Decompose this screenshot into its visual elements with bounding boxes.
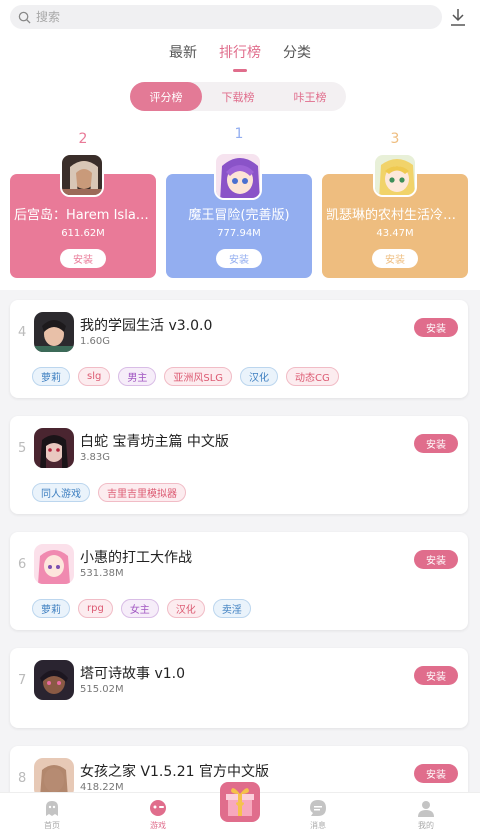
install-button[interactable]: 安装 — [216, 249, 262, 268]
game-icon — [34, 660, 74, 700]
list-item[interactable]: 5 白蛇 宝青坊主篇 中文版 3.83G 安装 同人游戏 吉里吉里模拟器 — [10, 416, 468, 514]
search-bar[interactable] — [10, 5, 442, 29]
game-size: 1.60G — [80, 336, 111, 347]
user-icon — [418, 801, 434, 817]
segment-king[interactable]: 咔王榜 — [274, 82, 346, 111]
install-button[interactable]: 安装 — [372, 249, 418, 268]
tag[interactable]: rpg — [78, 599, 113, 618]
install-button[interactable]: 安装 — [414, 434, 458, 453]
game-name: 小惠的打工大作战 — [80, 550, 192, 566]
tag[interactable]: 萝莉 — [32, 367, 70, 386]
tag-list: 萝莉 rpg 女主 汉化 卖淫 — [32, 599, 251, 618]
podium-title: 凯瑟琳的农村生活冷静版 — [326, 208, 468, 223]
tab-ranking[interactable]: 排行榜 — [219, 40, 261, 72]
search-input[interactable] — [36, 10, 416, 24]
tag[interactable]: 亚洲风SLG — [164, 367, 233, 386]
list-item[interactable]: 6 小惠的打工大作战 531.38M 安装 萝莉 rpg 女主 汉化 卖淫 — [10, 532, 468, 630]
tag[interactable]: 同人游戏 — [32, 483, 90, 502]
download-button[interactable] — [448, 6, 468, 28]
tag[interactable]: 萝莉 — [32, 599, 70, 618]
tag[interactable]: 吉里吉里模拟器 — [98, 483, 186, 502]
rank-number: 4 — [18, 325, 27, 340]
nav-label: 消息 — [310, 821, 326, 830]
game-size: 3.83G — [80, 452, 111, 463]
tab-category[interactable]: 分类 — [283, 40, 311, 66]
install-button[interactable]: 安装 — [414, 550, 458, 569]
game-size: 531.38M — [80, 568, 124, 579]
app: 最新 排行榜 分类 评分榜 下载榜 咔王榜 2 后宫岛：Harem Island… — [0, 0, 480, 831]
install-button[interactable]: 安装 — [60, 249, 106, 268]
rank-number: 8 — [18, 771, 27, 786]
tag[interactable]: 卖淫 — [212, 599, 251, 618]
main-tabs: 最新 排行榜 分类 — [0, 40, 480, 72]
rank-number: 5 — [18, 441, 27, 456]
nav-home[interactable]: 首页 — [22, 793, 82, 831]
podium-rank-number: 3 — [390, 131, 400, 147]
tag[interactable]: 汉化 — [240, 367, 279, 386]
tag-list: 萝莉 slg 男主 亚洲风SLG 汉化 动态CG — [32, 367, 339, 386]
ranking-segment: 评分榜 下载榜 咔王榜 — [130, 82, 346, 111]
gift-button[interactable] — [220, 782, 260, 822]
download-icon — [451, 9, 465, 26]
install-button[interactable]: 安装 — [414, 318, 458, 337]
game-name: 我的学园生活 v3.0.0 — [80, 318, 213, 334]
rank-number: 7 — [18, 673, 27, 688]
nav-messages[interactable]: 消息 — [288, 793, 348, 831]
podium-title: 魔王冒险(完善版) — [188, 208, 290, 223]
tag[interactable]: 汉化 — [166, 599, 205, 618]
game-name: 塔可诗故事 v1.0 — [80, 666, 185, 682]
list-item[interactable]: 4 我的学园生活 v3.0.0 1.60G 安装 萝莉 slg 男主 亚洲风SL… — [10, 300, 468, 398]
nav-label: 首页 — [44, 821, 60, 830]
podium-size: 611.62M — [61, 228, 105, 239]
game-avatar — [373, 153, 417, 197]
tag[interactable]: slg — [78, 367, 111, 386]
gamepad-icon — [150, 800, 166, 816]
tab-latest[interactable]: 最新 — [169, 40, 197, 66]
nav-profile[interactable]: 我的 — [396, 793, 456, 831]
podium-rank-number: 1 — [234, 126, 244, 142]
game-icon — [34, 544, 74, 584]
install-button[interactable]: 安装 — [414, 666, 458, 685]
segment-rating[interactable]: 评分榜 — [130, 82, 202, 111]
game-name: 白蛇 宝青坊主篇 中文版 — [80, 434, 229, 450]
tag[interactable]: 动态CG — [286, 367, 339, 386]
nav-label: 我的 — [418, 821, 434, 830]
header: 最新 排行榜 分类 评分榜 下载榜 咔王榜 2 后宫岛：Harem Island… — [0, 0, 480, 290]
game-avatar — [60, 153, 104, 197]
game-icon — [34, 428, 74, 468]
game-avatar — [214, 152, 262, 200]
message-icon — [310, 800, 326, 816]
game-name: 女孩之家 V1.5.21 官方中文版 — [80, 764, 270, 780]
podium-title: 后宫岛：Harem Island — [14, 208, 153, 223]
tag[interactable]: 男主 — [118, 367, 157, 386]
nav-label: 游戏 — [150, 821, 166, 830]
podium-size: 43.47M — [376, 228, 414, 239]
podium-rank-number: 2 — [78, 131, 88, 147]
nav-games[interactable]: 游戏 — [128, 793, 188, 831]
podium-size: 777.94M — [217, 228, 261, 239]
list-item[interactable]: 7 塔可诗故事 v1.0 515.02M 安装 — [10, 648, 468, 728]
ghost-icon — [46, 801, 58, 816]
tag-list: 同人游戏 吉里吉里模拟器 — [32, 483, 186, 502]
game-icon — [34, 312, 74, 352]
rank-number: 6 — [18, 557, 27, 572]
gift-icon — [226, 788, 254, 816]
install-button[interactable]: 安装 — [414, 764, 458, 783]
game-size: 515.02M — [80, 684, 124, 695]
segment-downloads[interactable]: 下载榜 — [202, 82, 274, 111]
search-icon — [18, 11, 31, 24]
tag[interactable]: 女主 — [120, 599, 159, 618]
